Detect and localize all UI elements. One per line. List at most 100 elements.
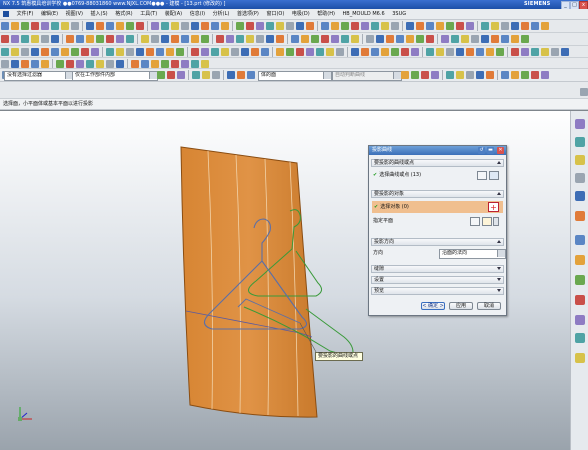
- toolbar-tool-icon[interactable]: [126, 48, 134, 56]
- toolbar-tool-icon[interactable]: [401, 71, 409, 79]
- toolbar-tool-icon[interactable]: [241, 48, 249, 56]
- toolbar-tool-icon[interactable]: [86, 35, 94, 43]
- toolbar-tool-icon[interactable]: [151, 35, 159, 43]
- toolbar-tool-icon[interactable]: [66, 35, 74, 43]
- toolbar-tool-icon[interactable]: [461, 35, 469, 43]
- toolbar-tool-icon[interactable]: [176, 48, 184, 56]
- toolbar-tool-icon[interactable]: [431, 71, 439, 79]
- toolbar-tool-icon[interactable]: [456, 48, 464, 56]
- toolbar-tool-icon[interactable]: [76, 35, 84, 43]
- toolbar-tool-icon[interactable]: [256, 22, 264, 30]
- toolbar-tool-icon[interactable]: [421, 71, 429, 79]
- toolbar-tool-icon[interactable]: [106, 35, 114, 43]
- toolbar-tool-icon[interactable]: [276, 22, 284, 30]
- toolbar-tool-icon[interactable]: [486, 48, 494, 56]
- toolbar-tool-icon[interactable]: [66, 60, 74, 68]
- menu-analysis[interactable]: 分析(L): [210, 9, 233, 19]
- selection-scope-dropdown[interactable]: 仅在工作部件内部: [72, 71, 158, 81]
- toolbar-tool-icon[interactable]: [541, 48, 549, 56]
- toolbar-tool-icon[interactable]: [306, 22, 314, 30]
- toolbar-tool-icon[interactable]: [351, 22, 359, 30]
- toolbar-tool-icon[interactable]: [246, 22, 254, 30]
- resource-tab-icon[interactable]: [575, 255, 585, 265]
- toolbar-tool-icon[interactable]: [276, 35, 284, 43]
- toolbar-tool-icon[interactable]: [106, 60, 114, 68]
- menu-view[interactable]: 视图(V): [63, 9, 86, 19]
- toolbar-tool-icon[interactable]: [126, 35, 134, 43]
- toolbar-tool-icon[interactable]: [446, 22, 454, 30]
- toolbar-tool-icon[interactable]: [551, 48, 559, 56]
- chevron-down-icon[interactable]: [493, 217, 499, 226]
- toolbar-tool-icon[interactable]: [511, 35, 519, 43]
- toolbar-tool-icon[interactable]: [211, 22, 219, 30]
- toolbar-tool-icon[interactable]: [31, 22, 39, 30]
- menu-information[interactable]: 信息(I): [187, 9, 208, 19]
- crosshair-icon[interactable]: +: [488, 202, 499, 212]
- toolbar-tool-icon[interactable]: [161, 35, 169, 43]
- toolbar-tool-icon[interactable]: [391, 22, 399, 30]
- toolbar-tool-icon[interactable]: [151, 22, 159, 30]
- toolbar-tool-icon[interactable]: [201, 35, 209, 43]
- toolbar-tool-icon[interactable]: [216, 35, 224, 43]
- toolbar-tool-icon[interactable]: [1, 22, 9, 30]
- toolbar-tool-icon[interactable]: [331, 22, 339, 30]
- toolbar-tool-icon[interactable]: [521, 71, 529, 79]
- app-menu-icon[interactable]: [3, 11, 9, 17]
- toolbar-tool-icon[interactable]: [531, 71, 539, 79]
- section-preview-header[interactable]: 预览: [371, 287, 504, 295]
- toolbar-tool-icon[interactable]: [31, 60, 39, 68]
- toolbar-tool-icon[interactable]: [191, 35, 199, 43]
- toolbar-tool-icon[interactable]: [366, 35, 374, 43]
- plane-type-icon[interactable]: [482, 217, 492, 226]
- toolbar-tool-icon[interactable]: [541, 22, 549, 30]
- menu-insert[interactable]: 插入(S): [88, 9, 111, 19]
- toolbar-tool-icon[interactable]: [376, 35, 384, 43]
- toolbar-tool-icon[interactable]: [256, 35, 264, 43]
- curve-rule-icon[interactable]: [477, 171, 487, 180]
- toolbar-tool-icon[interactable]: [1, 48, 9, 56]
- toolbar-tool-icon[interactable]: [371, 48, 379, 56]
- toolbar-tool-icon[interactable]: [266, 22, 274, 30]
- toolbar-tool-icon[interactable]: [331, 35, 339, 43]
- toolbar-tool-icon[interactable]: [11, 22, 19, 30]
- toolbar-tool-icon[interactable]: [301, 35, 309, 43]
- toolbar-tool-icon[interactable]: [276, 48, 284, 56]
- toolbar-tool-icon[interactable]: [236, 22, 244, 30]
- resource-tab-icon[interactable]: [575, 211, 585, 221]
- resource-tab-icon[interactable]: [575, 173, 585, 183]
- toolbar-tool-icon[interactable]: [381, 22, 389, 30]
- toolbar-tool-icon[interactable]: [501, 22, 509, 30]
- resource-tab-icon[interactable]: [575, 315, 585, 325]
- toolbar-tool-icon[interactable]: [381, 48, 389, 56]
- reset-icon[interactable]: ↺: [478, 147, 485, 154]
- toolbar-tool-icon[interactable]: [227, 71, 235, 79]
- toolbar-tool-icon[interactable]: [51, 35, 59, 43]
- select-objects-row[interactable]: ✔ 选择对象 (0) +: [372, 201, 503, 213]
- toolbar-tool-icon[interactable]: [31, 48, 39, 56]
- toolbar-tool-icon[interactable]: [191, 48, 199, 56]
- toolbar-tool-icon[interactable]: [541, 71, 549, 79]
- toolbar-tool-icon[interactable]: [286, 48, 294, 56]
- toolbar-tool-icon[interactable]: [156, 48, 164, 56]
- toolbar-tool-icon[interactable]: [181, 35, 189, 43]
- toolbar-tool-icon[interactable]: [406, 35, 414, 43]
- toolbar-tool-icon[interactable]: [316, 48, 324, 56]
- menu-edit[interactable]: 编辑(E): [38, 9, 61, 19]
- toolbar-tool-icon[interactable]: [321, 35, 329, 43]
- toolbar-tool-icon[interactable]: [351, 48, 359, 56]
- toolbar-tool-icon[interactable]: [486, 71, 494, 79]
- toolbar-tool-icon[interactable]: [166, 48, 174, 56]
- select-curves-row[interactable]: ✔ 选择曲线或点 (13): [373, 170, 502, 180]
- toolbar-tool-icon[interactable]: [426, 48, 434, 56]
- toolbar-tool-icon[interactable]: [236, 35, 244, 43]
- resource-tab-icon[interactable]: [575, 295, 585, 305]
- toolbar-tool-icon[interactable]: [191, 60, 199, 68]
- menu-3sug[interactable]: 3SUG: [389, 9, 409, 19]
- toolbar-tool-icon[interactable]: [411, 71, 419, 79]
- toolbar-tool-icon[interactable]: [251, 48, 259, 56]
- resource-tab-icon[interactable]: [575, 137, 585, 147]
- toolbar-tool-icon[interactable]: [161, 60, 169, 68]
- toolbar-tool-icon[interactable]: [201, 48, 209, 56]
- toolbar-tool-icon[interactable]: [491, 22, 499, 30]
- toolbar-tool-icon[interactable]: [171, 35, 179, 43]
